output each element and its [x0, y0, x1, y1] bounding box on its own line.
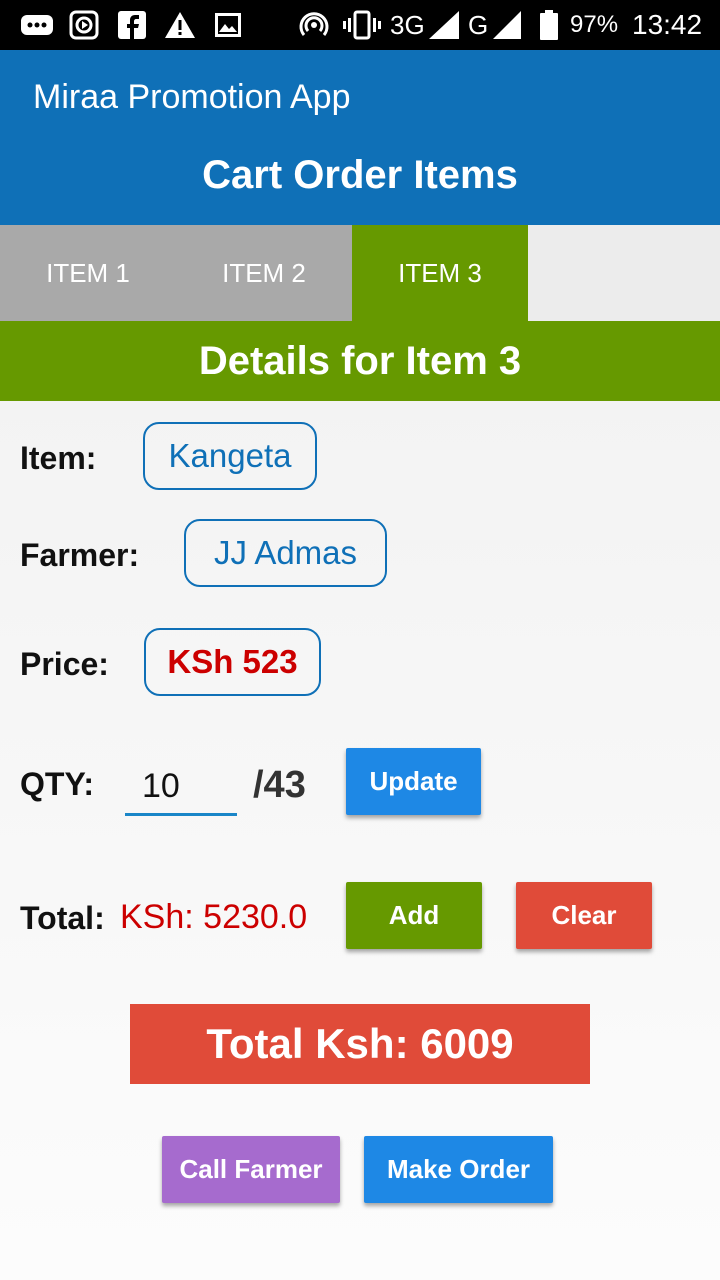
tab-item-2[interactable]: ITEM 2 — [176, 225, 352, 321]
network-3g-label: 3G — [390, 10, 425, 40]
message-icon — [20, 10, 54, 40]
image-icon — [214, 10, 242, 40]
make-order-button[interactable]: Make Order — [364, 1136, 553, 1203]
farmer-label: Farmer: — [20, 537, 140, 573]
clear-button[interactable]: Clear — [516, 882, 652, 949]
item-tabs: ITEM 1 ITEM 2 ITEM 3 — [0, 225, 720, 321]
vibrate-icon — [342, 10, 382, 40]
total-label: Total: — [20, 900, 105, 936]
qty-input[interactable] — [125, 760, 237, 816]
add-button[interactable]: Add — [346, 882, 482, 949]
tab-item-3[interactable]: ITEM 3 — [352, 225, 528, 321]
facebook-icon — [118, 10, 146, 40]
details-header: Details for Item 3 — [0, 321, 720, 401]
call-farmer-button[interactable]: Call Farmer — [162, 1136, 340, 1203]
tab-item-1[interactable]: ITEM 1 — [0, 225, 176, 321]
item-label: Item: — [20, 440, 97, 476]
hotspot-icon — [298, 10, 330, 40]
update-button[interactable]: Update — [346, 748, 481, 815]
total-value: KSh: 5230.0 — [120, 898, 308, 936]
clock: 13:42 — [632, 9, 703, 40]
app-bar: Miraa Promotion App Cart Order Items — [0, 50, 720, 225]
farmer-value: JJ Admas — [184, 519, 387, 587]
status-bar: 3G G 97% 13:42 — [0, 0, 720, 50]
app-title: Miraa Promotion App — [33, 78, 351, 116]
page-title: Cart Order Items — [202, 153, 518, 197]
battery-icon — [538, 10, 560, 40]
item-value: Kangeta — [143, 422, 317, 490]
qty-max: /43 — [253, 764, 306, 806]
price-label: Price: — [20, 646, 109, 682]
price-value: KSh 523 — [144, 628, 321, 696]
network-g-label: G — [468, 10, 489, 40]
warning-icon — [163, 10, 197, 40]
media-icon — [68, 10, 100, 40]
signal-g-icon — [492, 10, 524, 40]
qty-label: QTY: — [20, 766, 95, 802]
grand-total: Total Ksh: 6009 — [130, 1004, 590, 1084]
signal-3g-icon — [428, 10, 462, 40]
battery-percent: 97% — [570, 11, 619, 38]
